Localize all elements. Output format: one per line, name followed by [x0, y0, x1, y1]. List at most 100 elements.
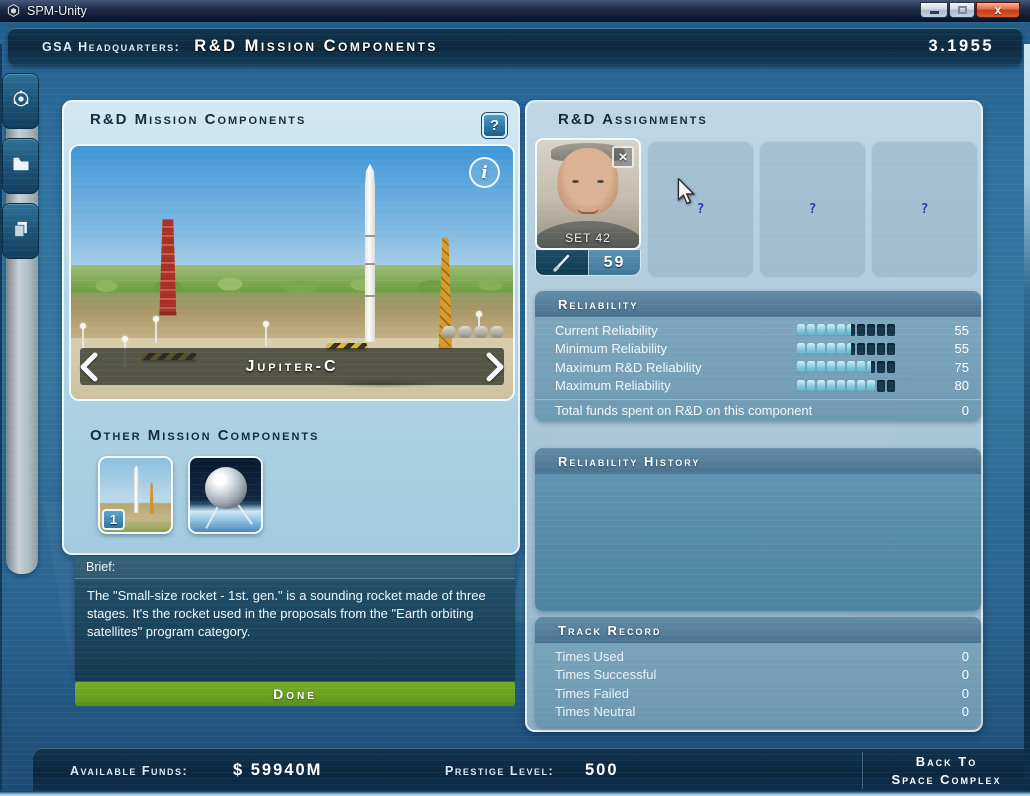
- satellite-thumbnail[interactable]: [188, 456, 263, 534]
- track-record-row: Times Successful0: [535, 666, 981, 685]
- close-button[interactable]: x: [976, 2, 1020, 18]
- funds-label: Available Funds:: [70, 764, 188, 778]
- track-record-title: Track Record: [535, 617, 981, 643]
- prev-component-arrow[interactable]: [74, 348, 104, 385]
- reliability-bar: [797, 324, 895, 336]
- assignment-slot-empty[interactable]: ?: [647, 141, 754, 278]
- back-to-space-complex-button[interactable]: Back To Space Complex: [863, 748, 1030, 793]
- next-component-arrow[interactable]: [480, 348, 510, 385]
- reliability-history-section: Reliability History: [535, 448, 981, 611]
- pencil-icon: [536, 250, 588, 275]
- game-date: 3.1955: [929, 37, 994, 56]
- total-funds-value: 0: [962, 403, 969, 418]
- location-label: GSA Headquarters:: [42, 40, 180, 54]
- reliability-bar: [797, 361, 895, 373]
- thumbnail-crane-shape: [150, 483, 154, 514]
- portrait-art: [557, 148, 618, 215]
- scientist-name: SET 42: [537, 231, 639, 245]
- reliability-value: 80: [939, 378, 969, 393]
- window-titlebar: SPM-Unity x: [0, 0, 1030, 22]
- portrait-art: [577, 207, 599, 214]
- reliability-rows: Current Reliability55Minimum Reliability…: [535, 317, 981, 397]
- rail-tab-components[interactable]: [2, 73, 39, 129]
- reliability-bar: [797, 343, 895, 355]
- component-name: Jupiter-C: [245, 358, 338, 376]
- scientist-skill-bar: 59: [535, 250, 641, 276]
- scientist-skill-value: 59: [588, 250, 640, 275]
- scientist-portrait[interactable]: SET 42 ×: [535, 138, 641, 250]
- window-border-bottom: [0, 791, 1030, 796]
- thumbnail-rocket-shape: [133, 465, 139, 512]
- rocket-thumbnail[interactable]: 1: [98, 456, 173, 534]
- prestige-value: 500: [585, 761, 619, 780]
- reliability-row: Maximum Reliability80: [535, 377, 981, 396]
- total-funds-label: Total funds spent on R&D on this compone…: [555, 403, 812, 418]
- assignments-title: R&D Assignments: [558, 111, 708, 128]
- component-showcase: i Jupiter-C: [69, 144, 515, 401]
- done-button[interactable]: Done: [75, 681, 515, 706]
- rail-tab-projects[interactable]: [2, 138, 39, 194]
- component-caption-band: Jupiter-C: [80, 348, 504, 385]
- copy-pages-icon: [11, 219, 31, 244]
- rd-assignments-panel: R&D Assignments SET 42 × 59 ? ? ?: [525, 100, 983, 732]
- brief-text: The "Small-size rocket - 1st. gen." is a…: [75, 579, 515, 650]
- page-title: R&D Mission Components: [194, 37, 438, 56]
- back-button-line1: Back To: [916, 753, 977, 771]
- funds-value: $ 59940M: [233, 761, 322, 780]
- scene-tanks: [442, 326, 504, 338]
- assignment-slot-empty[interactable]: ?: [759, 141, 866, 278]
- close-icon: ×: [619, 150, 628, 165]
- unity-icon: [6, 3, 21, 18]
- info-icon[interactable]: i: [469, 157, 500, 188]
- help-icon: ?: [490, 117, 499, 134]
- help-button[interactable]: ?: [482, 113, 507, 138]
- minimize-icon: [930, 11, 939, 14]
- maximize-icon: [958, 6, 967, 14]
- track-record-row: Times Neutral0: [535, 703, 981, 722]
- reliability-value: 55: [939, 341, 969, 356]
- reliability-title: Reliability: [535, 291, 981, 317]
- thumbnail-count-badge: 1: [102, 509, 125, 530]
- minimize-button[interactable]: [920, 2, 948, 18]
- assignment-slot-empty[interactable]: ?: [871, 141, 978, 278]
- reliability-history-title: Reliability History: [535, 448, 981, 474]
- question-icon: ?: [697, 202, 705, 217]
- reliability-section: Reliability Current Reliability55Minimum…: [535, 291, 981, 421]
- satellite-sphere: [205, 467, 247, 509]
- reliability-history-chart: [535, 474, 981, 611]
- other-components-title: Other Mission Components: [90, 427, 319, 444]
- track-record-section: Track Record Times Used0Times Successful…: [535, 617, 981, 727]
- question-icon: ?: [921, 202, 929, 217]
- maximize-button[interactable]: [949, 2, 975, 18]
- reliability-row: Minimum Reliability55: [535, 340, 981, 359]
- mission-components-panel: R&D Mission Components ?: [62, 100, 520, 555]
- orbit-icon: [11, 89, 31, 114]
- panel-title: R&D Mission Components: [90, 111, 306, 128]
- track-rows: Times Used0Times Successful0Times Failed…: [535, 643, 981, 727]
- track-record-row: Times Used0: [535, 647, 981, 666]
- brief-box: Brief: The "Small-size rocket - 1st. gen…: [75, 557, 515, 681]
- brief-label: Brief:: [75, 557, 515, 579]
- track-record-row: Times Failed0: [535, 684, 981, 703]
- reliability-row: Maximum R&D Reliability75: [535, 358, 981, 377]
- rail-tab-archive[interactable]: [2, 203, 39, 259]
- scene-light-pole: [265, 326, 267, 346]
- game-area: GSA Headquarters: R&D Mission Components…: [0, 22, 1030, 796]
- reliability-row: Current Reliability55: [535, 321, 981, 340]
- reliability-total-row: Total funds spent on R&D on this compone…: [535, 399, 981, 421]
- game-window: SPM-Unity x GSA Headquarters: R&D Missio…: [0, 0, 1030, 796]
- prestige-label: Prestige Level:: [445, 764, 554, 778]
- question-icon: ?: [809, 202, 817, 217]
- window-title: SPM-Unity: [27, 4, 87, 18]
- screen-header: GSA Headquarters: R&D Mission Components…: [8, 28, 1022, 65]
- close-icon: x: [995, 4, 1002, 16]
- reliability-value: 55: [939, 323, 969, 338]
- back-button-line2: Space Complex: [891, 771, 1001, 789]
- scene-light-pole: [155, 321, 157, 343]
- window-border-right: [1024, 44, 1030, 796]
- reliability-value: 75: [939, 360, 969, 375]
- folder-icon: [11, 154, 31, 179]
- remove-scientist-button[interactable]: ×: [612, 146, 634, 168]
- reliability-bar: [797, 380, 895, 392]
- status-footer: Available Funds: $ 59940M Prestige Level…: [33, 748, 1030, 793]
